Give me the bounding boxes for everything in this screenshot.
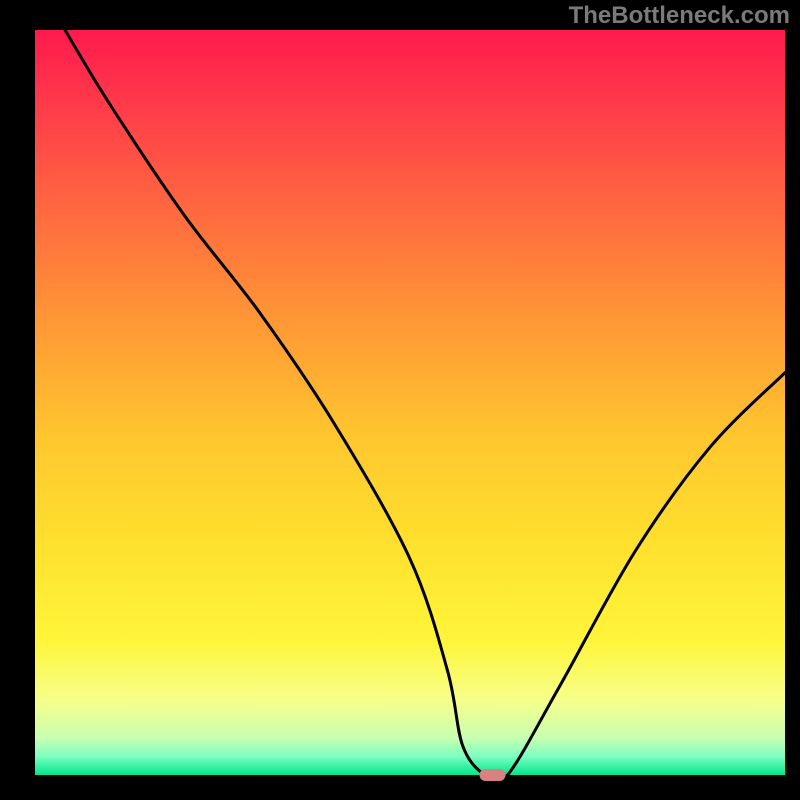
bottleneck-chart: TheBottleneck.com xyxy=(0,0,800,800)
optimal-marker xyxy=(480,769,506,781)
watermark-text: TheBottleneck.com xyxy=(569,2,790,30)
chart-svg xyxy=(0,0,800,800)
plot-background xyxy=(35,30,785,775)
